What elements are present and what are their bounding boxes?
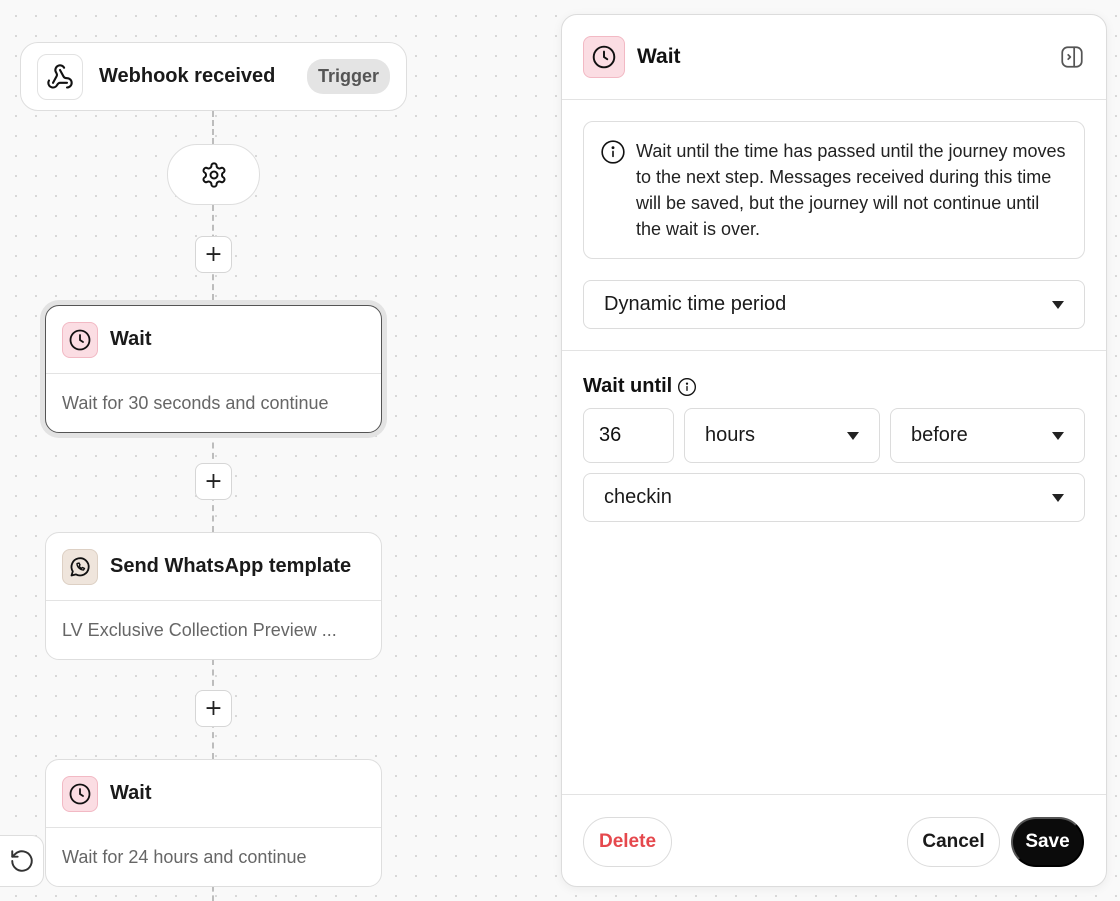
divider [562,794,1106,795]
info-icon[interactable] [677,377,697,397]
clock-icon [62,775,98,812]
info-icon [601,140,625,164]
direction-value: before [911,424,968,446]
time-unit-value: hours [705,424,756,446]
time-mode-select[interactable]: Dynamic time period [583,280,1085,329]
whatsapp-step-node[interactable]: Send WhatsApp template LV Exclusive Coll… [45,532,382,660]
time-unit-select[interactable]: hours [684,408,880,463]
info-box: Wait until the time has passed until the… [583,121,1085,259]
panel-collapse-icon [1061,46,1083,68]
direction-select[interactable]: before [890,408,1085,463]
divider [562,350,1106,351]
panel-header: Wait [562,15,1106,100]
step-description: LV Exclusive Collection Preview ... [62,619,337,640]
undo-icon [10,850,33,872]
trigger-badge: Trigger [306,59,390,94]
chevron-down-icon [1052,431,1064,440]
undo-button[interactable] [0,835,44,887]
step-title: Wait [110,782,152,804]
settings-node[interactable] [167,144,260,205]
connector-line [212,886,214,901]
whatsapp-icon [62,548,98,585]
step-description: Wait for 30 seconds and continue [62,392,329,413]
chevron-down-icon [1052,493,1064,502]
wait-until-text: Wait until [583,375,673,397]
date-field-select[interactable]: checkin [583,473,1085,522]
chevron-down-icon [1052,300,1064,309]
wait-settings-panel: Wait Wait until the time has passed unti… [561,14,1107,887]
wait-amount-input[interactable]: 36 [583,408,674,463]
add-step-button[interactable]: + [195,236,232,273]
info-text: Wait until the time has passed until the… [636,141,1066,239]
clock-icon [62,321,98,358]
webhook-icon [37,53,83,100]
wait-until-label: Wait until [583,375,697,398]
clock-icon [583,36,625,78]
wait-step-node[interactable]: Wait Wait for 30 seconds and continue [45,305,382,433]
date-field-value: checkin [604,486,672,508]
connector-line [212,111,214,144]
add-step-button[interactable]: + [195,463,232,500]
save-button[interactable]: Save [1011,817,1084,867]
step-title: Wait [110,328,152,350]
wait-step-node[interactable]: Wait Wait for 24 hours and continue [45,759,382,887]
trigger-title: Webhook received [99,65,276,87]
chevron-down-icon [847,431,859,440]
journey-canvas[interactable]: Webhook received Trigger + + + Wait Wait… [0,0,560,901]
gear-icon [202,161,225,188]
cancel-button[interactable]: Cancel [907,817,1000,867]
delete-button[interactable]: Delete [583,817,672,867]
trigger-node[interactable]: Webhook received Trigger [20,42,407,111]
collapse-panel-button[interactable] [1059,44,1085,70]
step-title: Send WhatsApp template [110,555,352,577]
panel-title: Wait [637,45,681,68]
time-mode-value: Dynamic time period [604,293,787,315]
step-description: Wait for 24 hours and continue [62,846,307,867]
add-step-button[interactable]: + [195,690,232,727]
